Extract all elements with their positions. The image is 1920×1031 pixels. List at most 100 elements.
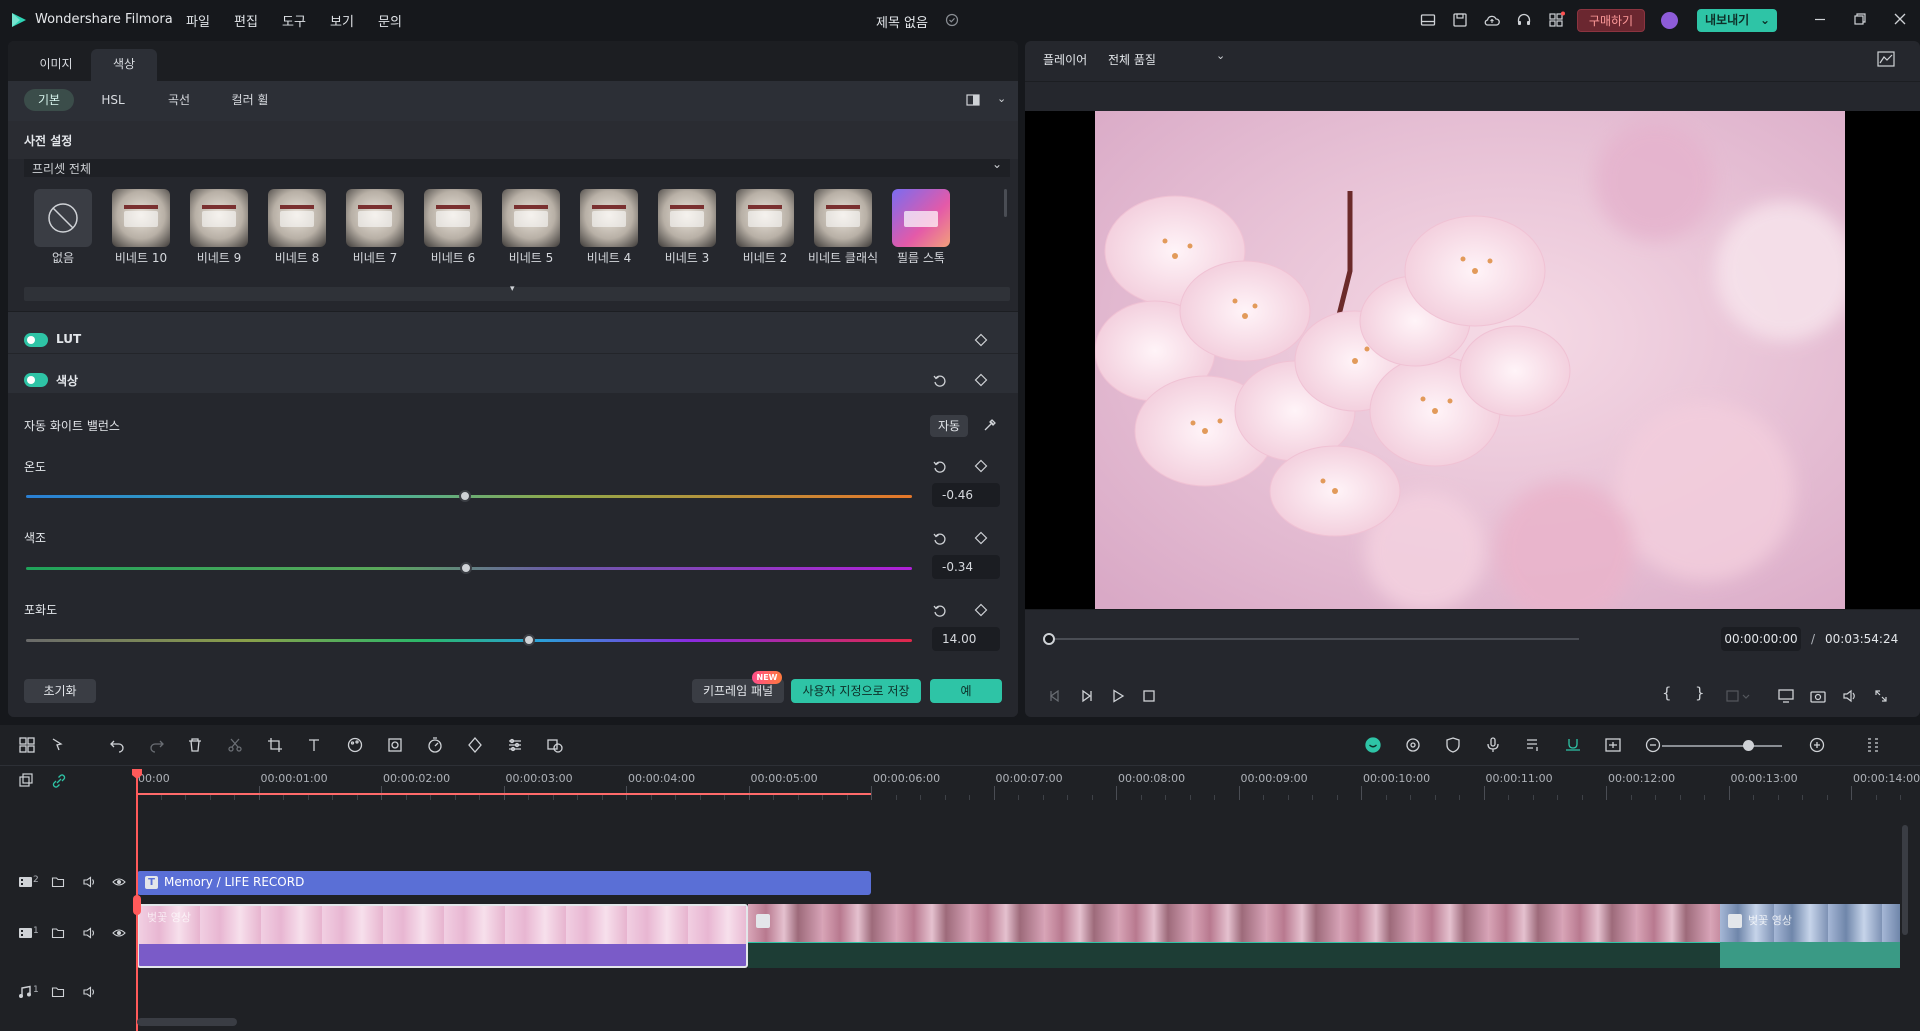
keyframe-diamond-icon[interactable] <box>974 603 988 617</box>
preset-dropdown[interactable]: 프리셋 전체 ⌄ <box>24 157 1010 177</box>
zoom-in-icon[interactable] <box>1808 736 1826 754</box>
scopes-icon[interactable] <box>1877 51 1895 67</box>
folder-icon[interactable] <box>51 875 65 889</box>
menu-edit[interactable]: 편집 <box>234 11 258 30</box>
volume-icon[interactable] <box>82 875 96 889</box>
color-palette-icon[interactable] <box>346 736 364 754</box>
scrubber-handle[interactable] <box>1043 633 1055 645</box>
undo-icon[interactable] <box>108 736 126 754</box>
keyframe-icon[interactable] <box>466 736 484 754</box>
ai-assistant-icon[interactable] <box>1364 736 1382 754</box>
time-ruler[interactable]: 00:00 00:00:01:00 00:00:02:00 00:00:03:00 00… <box>136 766 1920 802</box>
volume-icon[interactable] <box>82 926 96 940</box>
zoom-out-icon[interactable] <box>1644 736 1662 754</box>
auto-white-balance-button[interactable]: 자동 <box>930 415 968 437</box>
minimize-icon[interactable] <box>1812 11 1828 27</box>
quality-dropdown[interactable]: 전체 품질 ⌄ <box>1108 49 1228 69</box>
audio-edit-icon[interactable] <box>1524 736 1542 754</box>
eyedropper-icon[interactable] <box>983 418 997 432</box>
subtab-color-wheel[interactable]: 컬러 휠 <box>218 89 282 111</box>
headset-icon[interactable] <box>1515 11 1533 29</box>
cut-icon[interactable] <box>226 736 244 754</box>
pip-icon[interactable] <box>1604 736 1622 754</box>
layout-grid-icon[interactable] <box>18 736 36 754</box>
menu-help[interactable]: 문의 <box>378 11 402 30</box>
eye-icon[interactable] <box>112 875 126 889</box>
adjust-icon[interactable] <box>506 736 524 754</box>
tint-slider-knob[interactable] <box>460 562 473 574</box>
microphone-icon[interactable] <box>1484 736 1502 754</box>
play-icon[interactable] <box>1110 688 1126 704</box>
lut-toggle[interactable] <box>24 333 48 347</box>
speed-icon[interactable] <box>426 736 444 754</box>
add-track-icon[interactable] <box>18 773 34 789</box>
playback-scrubber[interactable] <box>1051 638 1579 640</box>
shield-icon[interactable] <box>1444 736 1462 754</box>
save-icon[interactable] <box>1451 11 1469 29</box>
ok-button[interactable]: 예 <box>930 679 1002 703</box>
tab-image[interactable]: 이미지 <box>22 49 90 80</box>
keyframe-diamond-icon[interactable] <box>974 333 988 347</box>
prev-frame-icon[interactable] <box>1047 688 1063 704</box>
preset-scrollbar[interactable] <box>1004 189 1007 217</box>
folder-icon[interactable] <box>51 926 65 940</box>
menu-file[interactable]: 파일 <box>186 11 210 30</box>
mask-icon[interactable] <box>386 736 404 754</box>
reset-all-button[interactable]: 초기화 <box>24 679 96 703</box>
temperature-value[interactable]: -0.46 <box>932 483 1000 507</box>
reset-icon[interactable] <box>932 531 948 547</box>
restore-icon[interactable] <box>1852 11 1868 27</box>
cloud-icon[interactable] <box>1483 11 1501 29</box>
reset-icon[interactable] <box>932 459 948 475</box>
subtab-basic[interactable]: 기본 <box>24 89 74 111</box>
preview-image[interactable] <box>1095 111 1845 609</box>
more-tools-icon[interactable] <box>546 736 564 754</box>
subtab-curves[interactable]: 곡선 <box>156 89 202 111</box>
mark-in-icon[interactable]: { <box>1662 684 1672 702</box>
video-clip-3[interactable]: 벚꽃 영상 <box>1720 904 1900 942</box>
text-icon[interactable] <box>306 736 324 754</box>
selected-video-clip[interactable]: 벚꽃 영상 <box>137 904 748 968</box>
subtab-hsl[interactable]: HSL <box>90 89 136 111</box>
folder-icon[interactable] <box>51 985 65 999</box>
clip-trim-handle[interactable] <box>133 895 141 915</box>
keyframe-diamond-icon[interactable] <box>974 459 988 473</box>
apps-grid-icon[interactable] <box>1547 11 1565 29</box>
chevron-down-icon[interactable]: ⌄ <box>997 92 1006 105</box>
volume-icon[interactable] <box>1841 688 1859 704</box>
link-icon[interactable] <box>51 773 67 789</box>
grid-view-icon[interactable] <box>1864 736 1882 754</box>
snap-icon[interactable] <box>1564 736 1582 754</box>
stop-icon[interactable] <box>1141 688 1157 704</box>
redo-icon[interactable] <box>148 736 166 754</box>
buy-button[interactable]: 구매하기 <box>1577 9 1645 32</box>
render-preview-icon[interactable] <box>1404 736 1422 754</box>
title-clip[interactable]: T Memory / LIFE RECORD <box>137 871 871 895</box>
eye-icon[interactable] <box>112 926 126 940</box>
saturation-value[interactable]: 14.00 <box>932 627 1000 651</box>
layout-icon[interactable] <box>1419 11 1437 29</box>
select-arrow-icon[interactable] <box>50 736 68 754</box>
fullscreen-icon[interactable] <box>1873 688 1889 704</box>
mark-out-icon[interactable]: } <box>1695 684 1705 702</box>
export-button[interactable]: 내보내기 ⌄ <box>1697 9 1777 32</box>
delete-icon[interactable] <box>186 736 204 754</box>
keyframe-diamond-icon[interactable] <box>974 531 988 545</box>
reset-icon[interactable] <box>932 603 948 619</box>
snapshot-icon[interactable] <box>1809 688 1827 704</box>
reset-icon[interactable] <box>932 373 948 389</box>
video-clip-2[interactable] <box>748 904 1720 942</box>
compare-view-icon[interactable] <box>966 94 980 106</box>
avatar[interactable] <box>1661 12 1678 29</box>
vertical-scrollbar[interactable] <box>1902 825 1908 935</box>
volume-icon[interactable] <box>82 985 96 999</box>
color-toggle[interactable] <box>24 373 48 387</box>
keyframe-diamond-icon[interactable] <box>974 373 988 387</box>
step-play-icon[interactable] <box>1078 688 1094 704</box>
tab-color[interactable]: 색상 <box>91 49 157 81</box>
tint-value[interactable]: -0.34 <box>932 555 1000 579</box>
display-settings-icon[interactable] <box>1777 688 1795 704</box>
menu-tools[interactable]: 도구 <box>282 11 306 30</box>
clip-marker-icon[interactable] <box>1725 688 1751 704</box>
saturation-slider-knob[interactable] <box>523 634 536 646</box>
